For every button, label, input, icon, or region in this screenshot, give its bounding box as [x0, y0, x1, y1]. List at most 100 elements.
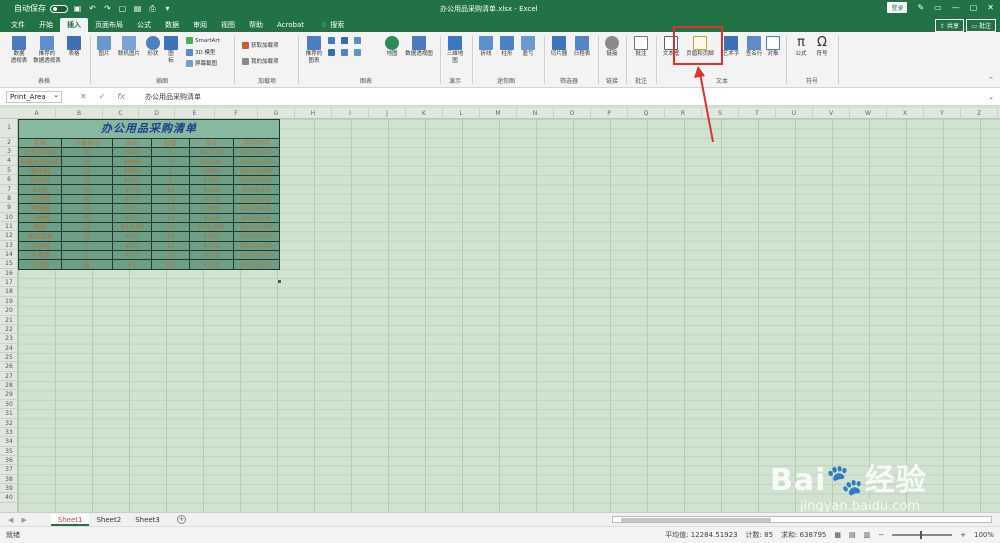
row-header-3[interactable]: 3 — [0, 147, 18, 157]
row-header-31[interactable]: 31 — [0, 409, 18, 419]
open-file-icon[interactable]: ▤ — [132, 3, 143, 14]
table-cell[interactable]: ¥3 — [111, 259, 152, 270]
row-header-21[interactable]: 21 — [0, 316, 18, 325]
row-header-24[interactable]: 24 — [0, 344, 18, 353]
wordart-button[interactable]: 艺术字 — [720, 36, 742, 58]
table-cell[interactable]: 2015/4/4 — [232, 212, 281, 223]
table-cell[interactable]: ¥16 — [111, 203, 152, 214]
table-cell[interactable]: 2015/3/20 — [232, 147, 281, 158]
table-cell[interactable]: 10 — [150, 193, 191, 205]
fill-handle[interactable] — [278, 280, 281, 283]
table-cell[interactable]: ¥951 — [189, 165, 234, 177]
signature-line-button[interactable]: 签名行 — [743, 36, 765, 58]
column-header-l[interactable]: L — [443, 108, 480, 119]
search-box[interactable]: ♢ 搜索 — [321, 18, 344, 32]
row-header-11[interactable]: 11 — [0, 222, 18, 232]
row-header-12[interactable]: 12 — [0, 231, 18, 241]
pie-chart-icon[interactable] — [341, 49, 348, 56]
tab-help[interactable]: 帮助 — [242, 18, 270, 32]
pivot-table-button[interactable]: 数据 透视表 — [8, 36, 30, 65]
table-cell[interactable]: A4纸 — [17, 184, 63, 195]
table-cell[interactable]: ¥150 — [189, 259, 234, 270]
table-cell[interactable]: 包 — [61, 184, 113, 195]
column-title[interactable]: 购买时间 — [232, 137, 281, 149]
new-file-icon[interactable]: ▢ — [117, 3, 128, 14]
cancel-icon[interactable]: ✕ — [80, 92, 87, 101]
table-cell[interactable]: 台 — [61, 165, 113, 177]
tab-review[interactable]: 审阅 — [186, 18, 214, 32]
column-header-w[interactable]: W — [850, 108, 887, 119]
table-cell[interactable]: ¥17 — [111, 193, 152, 205]
undo-icon[interactable]: ↶ — [87, 3, 98, 14]
column-header-p[interactable]: P — [591, 108, 628, 119]
column-header-d[interactable]: D — [139, 108, 175, 119]
link-button[interactable]: 链接 — [603, 36, 621, 58]
page-layout-view-icon[interactable]: ▤ — [849, 531, 856, 539]
sheet-tab-1[interactable]: Sheet1 — [50, 513, 90, 526]
recommended-pivot-button[interactable]: 推荐的 数据透视表 — [32, 36, 62, 65]
zoom-slider[interactable] — [892, 531, 953, 539]
row-header-40[interactable]: 40 — [0, 493, 18, 503]
table-cell[interactable]: 包 — [61, 203, 113, 214]
column-header-f[interactable]: F — [215, 108, 258, 119]
table-cell[interactable]: ¥2,040 — [189, 156, 234, 167]
slicer-button[interactable]: 切片器 — [549, 36, 569, 58]
prev-sheet-icon[interactable]: ◀ — [8, 516, 13, 524]
table-cell[interactable]: ¥10 — [111, 249, 152, 261]
column-header-s[interactable]: S — [702, 108, 739, 119]
tab-data[interactable]: 数据 — [158, 18, 186, 32]
column-title[interactable]: 合计 — [189, 137, 234, 149]
row-header-37[interactable]: 37 — [0, 465, 18, 475]
sparkline-line-button[interactable]: 折线 — [477, 36, 495, 58]
sheet-tab-3[interactable]: Sheet3 — [128, 514, 167, 526]
table-cell[interactable]: 2015/3/30 — [232, 175, 281, 186]
online-picture-button[interactable]: 联机图片 — [116, 36, 142, 58]
screenshot-button[interactable]: 屏幕截图 — [186, 59, 217, 67]
table-cell[interactable]: ¥2,520 — [189, 147, 234, 158]
3d-map-button[interactable]: 三维地 图 — [445, 36, 465, 65]
column-header-y[interactable]: Y — [924, 108, 961, 119]
table-cell[interactable]: ¥345 — [189, 175, 234, 186]
enter-icon[interactable]: ✓ — [99, 92, 106, 101]
picture-button[interactable]: 图片 — [94, 36, 114, 58]
collapse-ribbon-icon[interactable]: ⌃ — [988, 76, 994, 84]
table-cell[interactable]: ¥160 — [189, 203, 234, 214]
row-header-28[interactable]: 28 — [0, 381, 18, 391]
column-header-g[interactable]: G — [258, 108, 295, 119]
customize-qat-icon[interactable]: ▾ — [162, 3, 173, 14]
column-header-m[interactable]: M — [480, 108, 517, 119]
horizontal-scrollbar[interactable] — [612, 516, 992, 523]
sparkline-winloss-button[interactable]: 盈亏 — [519, 36, 537, 58]
row-header-9[interactable]: 9 — [0, 203, 18, 213]
tab-page-layout[interactable]: 页面布局 — [88, 18, 130, 32]
redo-icon[interactable]: ↷ — [102, 3, 113, 14]
column-header-j[interactable]: J — [369, 108, 406, 119]
tab-insert[interactable]: 插入 — [60, 18, 88, 32]
row-header-13[interactable]: 13 — [0, 241, 18, 251]
row-header-19[interactable]: 19 — [0, 297, 18, 307]
tab-view[interactable]: 视图 — [214, 18, 242, 32]
table-cell[interactable]: ¥680 — [111, 156, 152, 167]
object-button[interactable]: 对象 — [765, 36, 781, 58]
column-header-t[interactable]: T — [739, 108, 776, 119]
tab-formulas[interactable]: 公式 — [130, 18, 158, 32]
comment-insert-button[interactable]: 批注 — [632, 36, 650, 58]
scatter-chart-icon[interactable] — [354, 49, 361, 56]
row-header-23[interactable]: 23 — [0, 334, 18, 344]
pen-icon[interactable]: ✎ — [917, 3, 924, 12]
row-header-26[interactable]: 26 — [0, 362, 18, 372]
table-cell[interactable]: 一联纸 — [17, 212, 63, 223]
table-cell[interactable]: 3 — [150, 156, 191, 167]
table-cell[interactable]: 1 — [150, 165, 191, 177]
table-cell[interactable]: 电脑 — [17, 221, 63, 233]
row-header-39[interactable]: 39 — [0, 484, 18, 494]
next-sheet-icon[interactable]: ▶ — [21, 516, 26, 524]
column-header-a[interactable]: A — [18, 108, 56, 119]
row-header-35[interactable]: 35 — [0, 447, 18, 456]
table-button[interactable]: 表格 — [64, 36, 84, 58]
column-header-k[interactable]: K — [406, 108, 443, 119]
row-header-30[interactable]: 30 — [0, 400, 18, 410]
column-header-i[interactable]: I — [332, 108, 369, 119]
table-cell[interactable]: ¥250 — [189, 249, 234, 261]
row-header-16[interactable]: 16 — [0, 269, 18, 279]
